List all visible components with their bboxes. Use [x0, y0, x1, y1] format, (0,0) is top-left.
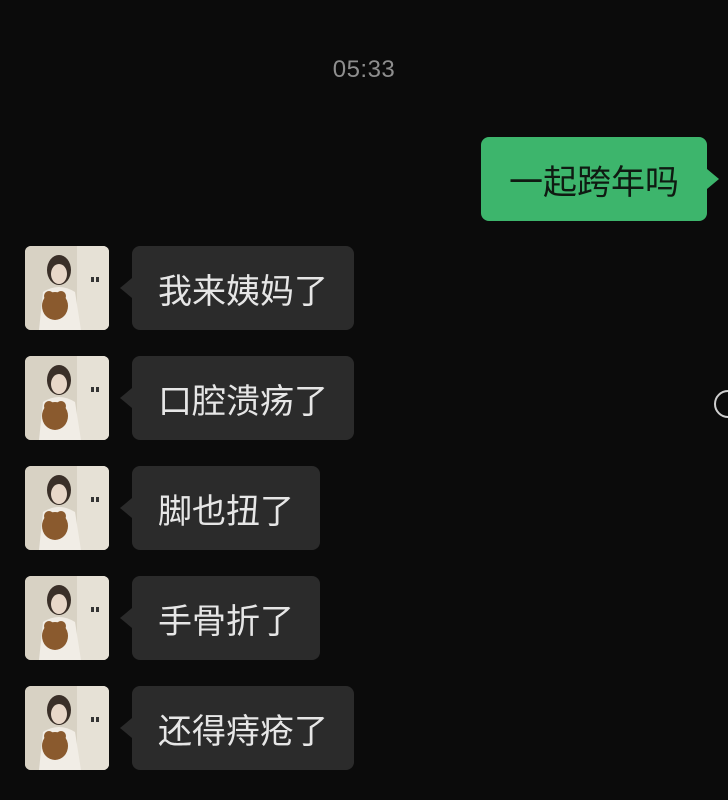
outgoing-message-row: 一起跨年吗: [0, 137, 728, 223]
incoming-message-row: 我来姨妈了: [0, 246, 728, 332]
incoming-message-row: 口腔溃疡了: [0, 356, 728, 442]
message-text: 手骨折了: [158, 601, 294, 642]
message-text: 我来姨妈了: [158, 271, 328, 312]
avatar[interactable]: [25, 356, 109, 440]
avatar[interactable]: [25, 576, 109, 660]
outgoing-message-bubble[interactable]: 一起跨年吗: [481, 137, 719, 221]
incoming-message-bubble[interactable]: 还得痔疮了: [120, 686, 354, 770]
incoming-message-row: 脚也扭了: [0, 466, 728, 552]
incoming-message-row: 手骨折了: [0, 576, 728, 662]
message-text: 还得痔疮了: [158, 711, 328, 752]
incoming-message-bubble[interactable]: 脚也扭了: [120, 466, 320, 550]
avatar-photo-icon: [25, 356, 109, 440]
avatar-photo-icon: [25, 246, 109, 330]
message-text: 口腔溃疡了: [158, 381, 328, 422]
avatar-photo-icon: [25, 686, 109, 770]
avatar-photo-icon: [25, 576, 109, 660]
message-timestamp: 05:33: [332, 56, 396, 83]
incoming-message-bubble[interactable]: 口腔溃疡了: [120, 356, 354, 440]
incoming-message-bubble[interactable]: 我来姨妈了: [120, 246, 354, 330]
incoming-message-bubble[interactable]: 手骨折了: [120, 576, 320, 660]
incoming-message-row: 还得痔疮了: [0, 686, 728, 772]
avatar[interactable]: [25, 246, 109, 330]
message-text: 脚也扭了: [158, 491, 294, 532]
avatar-photo-icon: [25, 466, 109, 550]
avatar[interactable]: [25, 466, 109, 550]
message-text: 一起跨年吗: [509, 162, 679, 203]
avatar[interactable]: [25, 686, 109, 770]
